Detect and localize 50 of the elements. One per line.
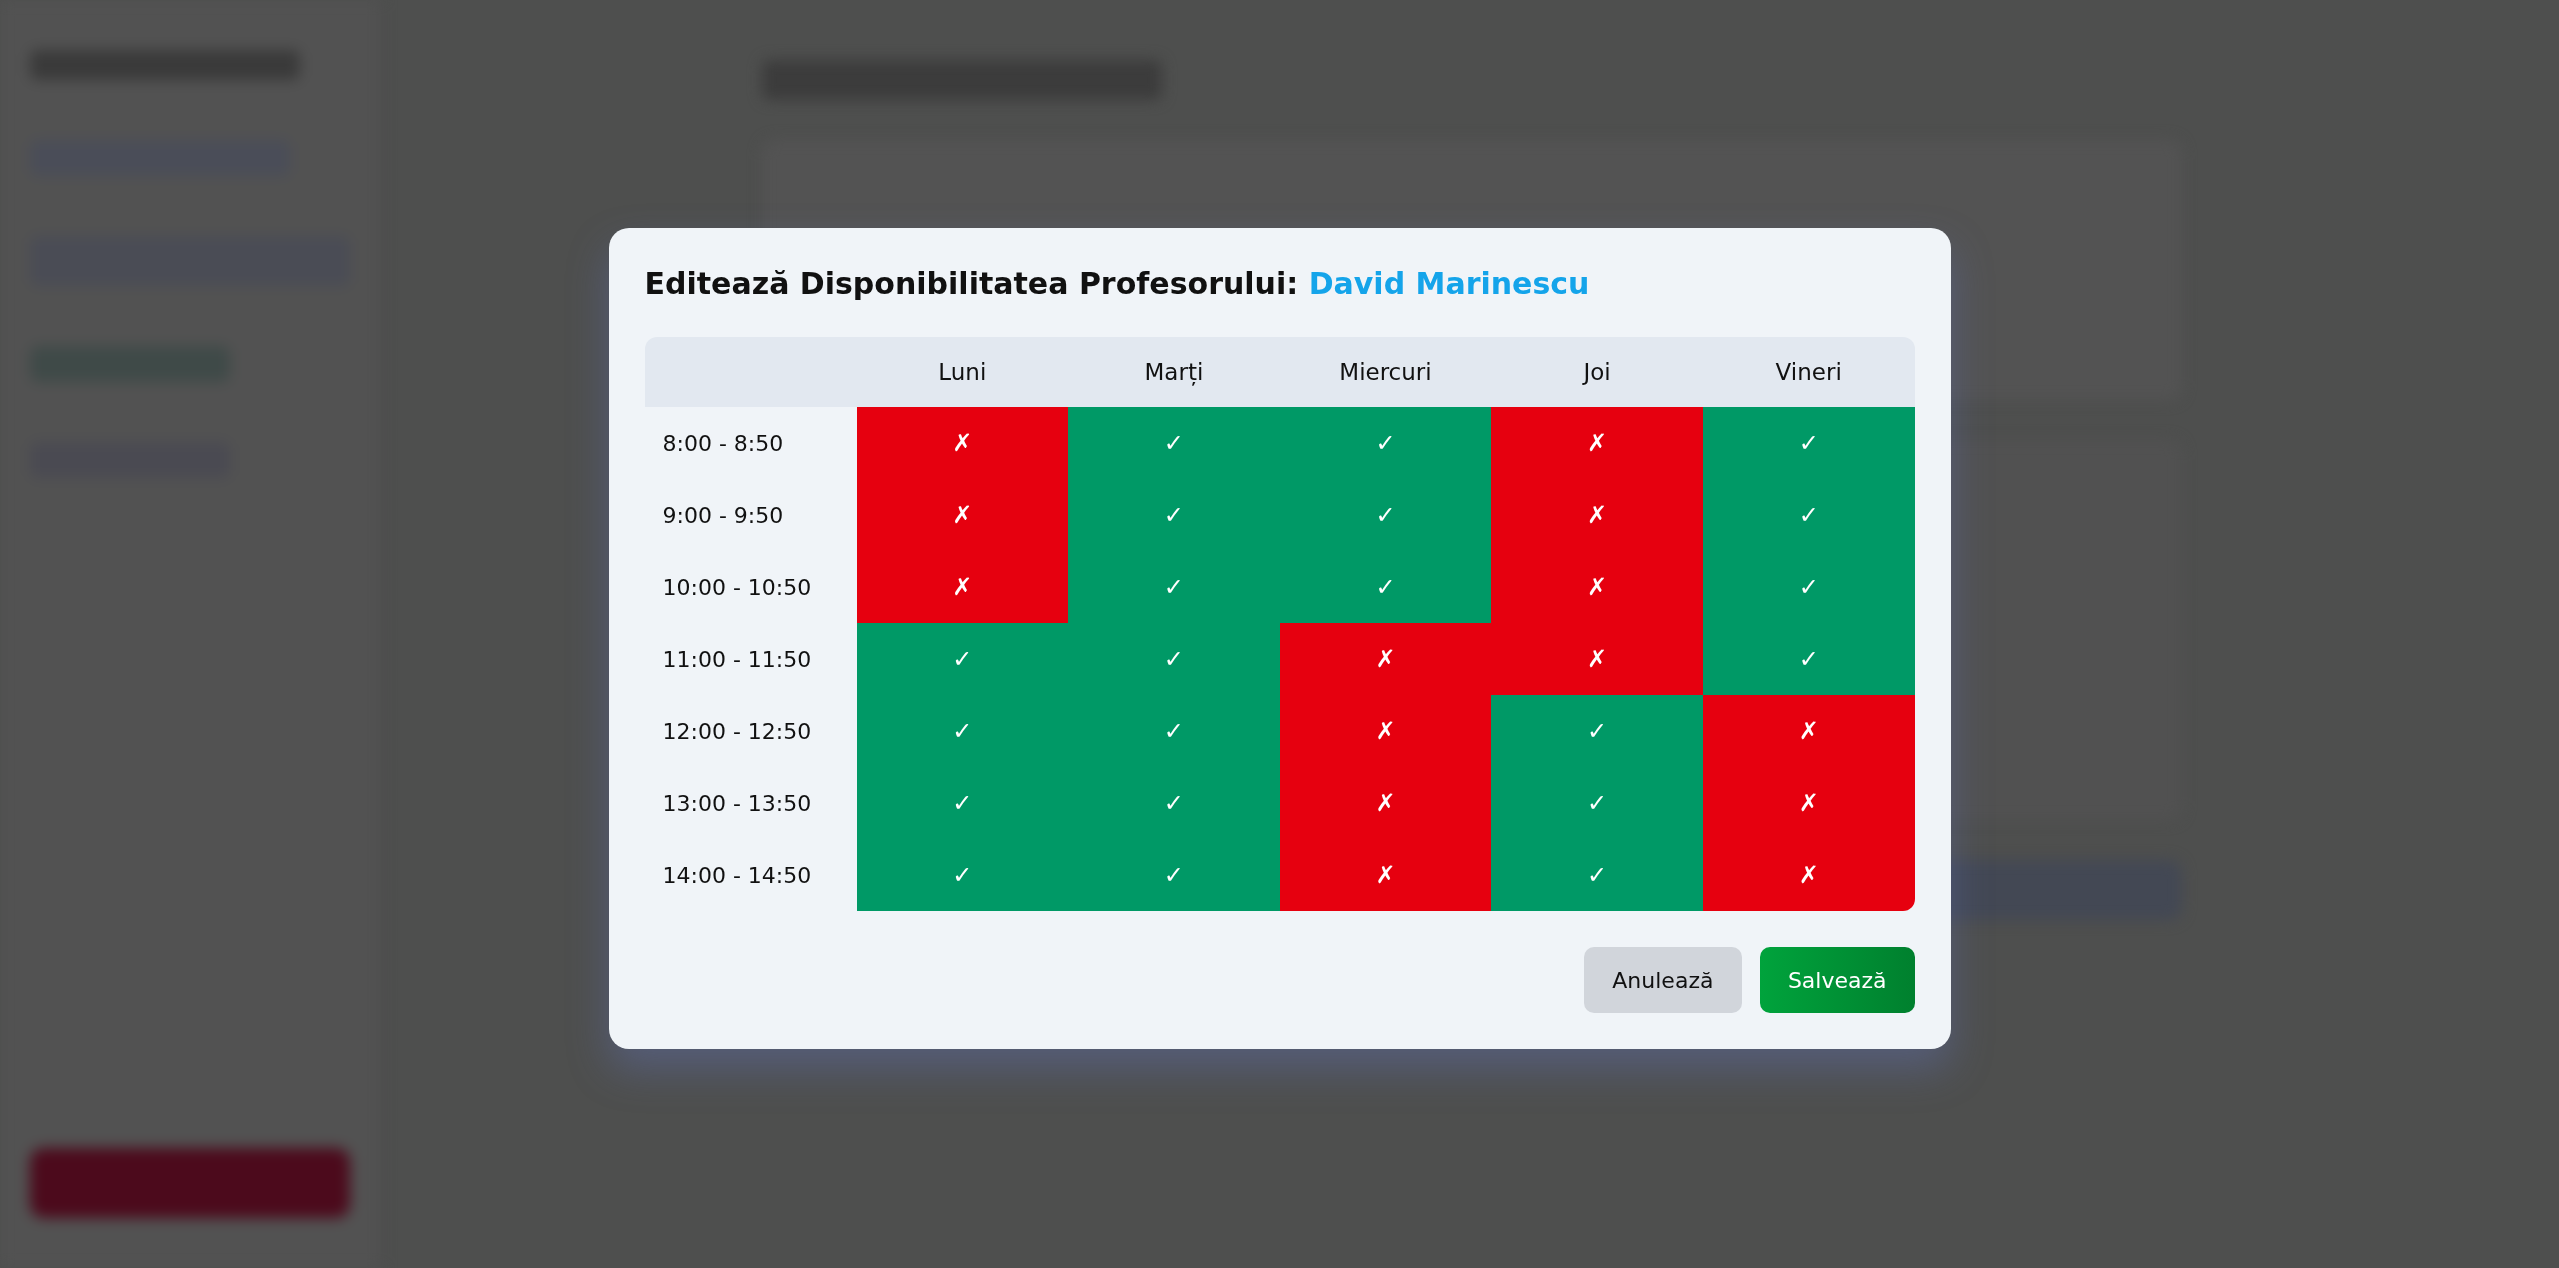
availability-cell[interactable]: ✓ bbox=[1068, 551, 1280, 623]
time-slot: 10:00 - 10:50 bbox=[644, 551, 857, 623]
availability-cell[interactable]: ✗ bbox=[1491, 623, 1703, 695]
availability-cell[interactable]: ✗ bbox=[1279, 767, 1492, 839]
availability-cell[interactable]: ✗ bbox=[1702, 695, 1915, 767]
availability-cell[interactable]: ✓ bbox=[1491, 695, 1703, 767]
availability-cell[interactable]: ✓ bbox=[856, 839, 1069, 911]
availability-cell[interactable]: ✓ bbox=[1702, 551, 1915, 623]
availability-cell[interactable]: ✗ bbox=[856, 479, 1069, 551]
day-header: Marți bbox=[1068, 337, 1280, 407]
availability-cell[interactable]: ✓ bbox=[1068, 695, 1280, 767]
availability-cell[interactable]: ✓ bbox=[1491, 767, 1703, 839]
day-header: Joi bbox=[1491, 337, 1703, 407]
day-header: Miercuri bbox=[1279, 337, 1492, 407]
availability-cell[interactable]: ✓ bbox=[1068, 839, 1280, 911]
cancel-button[interactable]: Anulează bbox=[1583, 947, 1742, 1013]
availability-cell[interactable]: ✓ bbox=[1279, 479, 1492, 551]
availability-cell[interactable]: ✓ bbox=[1702, 407, 1915, 479]
availability-cell[interactable]: ✗ bbox=[1491, 479, 1703, 551]
availability-cell[interactable]: ✓ bbox=[1068, 479, 1280, 551]
dialog-title: Editează Disponibilitatea Profesorului: David Marinescu bbox=[644, 266, 1591, 301]
availability-cell[interactable]: ✓ bbox=[1279, 407, 1492, 479]
availability-cell[interactable]: ✗ bbox=[1279, 695, 1492, 767]
availability-cell[interactable]: ✓ bbox=[1279, 551, 1492, 623]
day-header: Luni bbox=[856, 337, 1069, 407]
time-slot: 9:00 - 9:50 bbox=[644, 479, 857, 551]
save-button[interactable]: Salvează bbox=[1759, 947, 1915, 1013]
availability-cell[interactable]: ✓ bbox=[856, 767, 1069, 839]
day-header: Vineri bbox=[1702, 337, 1915, 407]
time-slot: 11:00 - 11:50 bbox=[644, 623, 857, 695]
availability-cell[interactable]: ✓ bbox=[856, 623, 1069, 695]
availability-cell[interactable]: ✓ bbox=[856, 695, 1069, 767]
availability-cell[interactable]: ✓ bbox=[1068, 767, 1280, 839]
availability-cell[interactable]: ✓ bbox=[1702, 479, 1915, 551]
availability-cell[interactable]: ✓ bbox=[1491, 839, 1703, 911]
time-slot: 12:00 - 12:50 bbox=[644, 695, 857, 767]
availability-cell[interactable]: ✗ bbox=[1491, 551, 1703, 623]
availability-cell[interactable]: ✓ bbox=[1068, 623, 1280, 695]
time-slot: 14:00 - 14:50 bbox=[644, 839, 857, 911]
availability-cell[interactable]: ✗ bbox=[1279, 623, 1492, 695]
availability-cell[interactable]: ✗ bbox=[1491, 407, 1703, 479]
time-slot: 13:00 - 13:50 bbox=[644, 767, 857, 839]
availability-cell[interactable]: ✗ bbox=[856, 407, 1069, 479]
availability-cell[interactable]: ✓ bbox=[1702, 623, 1915, 695]
availability-cell[interactable]: ✗ bbox=[1702, 839, 1915, 911]
time-slot: 8:00 - 8:50 bbox=[644, 407, 857, 479]
availability-cell[interactable]: ✗ bbox=[1702, 767, 1915, 839]
availability-cell[interactable]: ✗ bbox=[856, 551, 1069, 623]
availability-cell[interactable]: ✗ bbox=[1279, 839, 1492, 911]
availability-cell[interactable]: ✓ bbox=[1068, 407, 1280, 479]
